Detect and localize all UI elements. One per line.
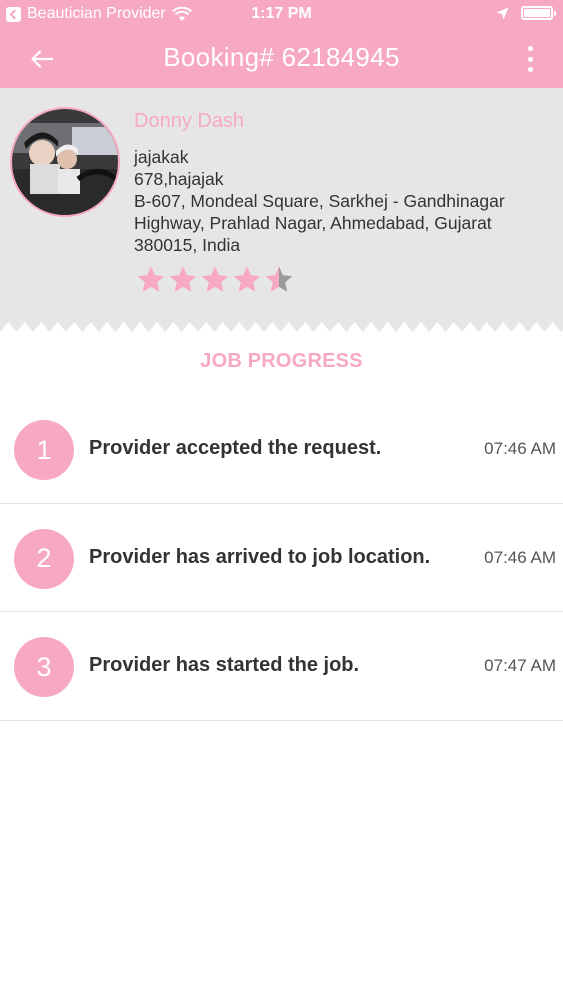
step-number-badge: 3 [14, 637, 74, 697]
step-number-badge: 1 [14, 420, 74, 480]
step-time: 07:47 AM [484, 656, 556, 675]
location-arrow-icon [496, 7, 509, 19]
avatar[interactable] [10, 107, 120, 217]
provider-name: Donny Dash [134, 110, 245, 132]
provider-address: jajakak 678,hajajak B-607, Mondeal Squar… [134, 146, 534, 256]
navbar: Booking# 62184945 [0, 30, 563, 88]
progress-step[interactable]: 2 Provider has arrived to job location. … [0, 504, 563, 612]
address-line: B-607, Mondeal Square, Sarkhej - Gandhin… [134, 191, 505, 211]
more-dot [527, 56, 533, 62]
avatar-photo [12, 109, 118, 215]
header: Beautician Provider 1:17 PM Booking# 621… [0, 0, 563, 88]
star-icon [169, 266, 197, 292]
status-bar: Beautician Provider 1:17 PM [0, 0, 563, 30]
battery-icon [521, 6, 556, 20]
star-icon [137, 266, 165, 292]
step-description: Provider has arrived to job location. [89, 545, 431, 568]
address-line: 678,hajajak [134, 169, 224, 189]
battery-level [524, 9, 550, 17]
address-line: 380015, India [134, 235, 241, 255]
job-progress-list: 1 Provider accepted the request. 07:46 A… [0, 395, 563, 721]
page-title: Booking# 62184945 [163, 42, 400, 72]
provider-profile: Donny Dash jajakak 678,hajajak B-607, Mo… [0, 88, 563, 338]
status-time: 1:17 PM [251, 5, 312, 22]
star-icon [201, 266, 229, 292]
star-rating [136, 265, 294, 295]
job-progress-title: JOB PROGRESS [200, 350, 363, 372]
more-vertical-icon [527, 46, 533, 51]
zigzag-divider [0, 318, 563, 340]
star-icon [265, 266, 293, 292]
progress-step[interactable]: 1 Provider accepted the request. 07:46 A… [0, 395, 563, 504]
status-right [496, 6, 556, 20]
step-time: 07:46 AM [484, 439, 556, 458]
address-line: jajakak [134, 147, 189, 167]
progress-step[interactable]: 3 Provider has started the job. 07:47 AM [0, 612, 563, 721]
star-icon [233, 266, 261, 292]
step-number-badge: 2 [14, 528, 74, 589]
address-line: Highway, Prahlad Nagar, Ahmedabad, Gujar… [134, 213, 492, 233]
step-description: Provider has started the job. [89, 654, 360, 676]
step-time: 07:46 AM [484, 547, 556, 567]
more-dot [527, 67, 533, 72]
more-options-button[interactable] [525, 44, 535, 74]
step-description: Provider accepted the request. [89, 437, 382, 459]
